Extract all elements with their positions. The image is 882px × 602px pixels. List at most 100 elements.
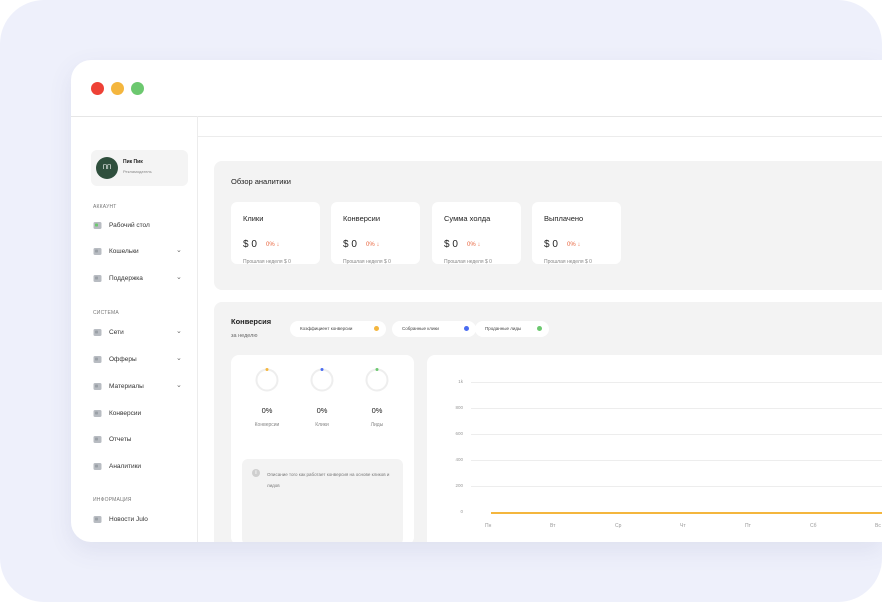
legend-label: Собранные клики xyxy=(402,326,439,331)
ring-label: Клики xyxy=(315,422,329,428)
stat-card-previous: Прошлая неделя $ 0 xyxy=(444,259,492,265)
sidebar-item-6[interactable]: Конверсии xyxy=(93,408,183,420)
grid-line xyxy=(471,486,882,487)
stat-card-change: 0% ↓ xyxy=(366,242,380,248)
support-icon xyxy=(93,274,102,283)
sidebar-item-4[interactable]: Офферы ⌄ xyxy=(93,354,183,366)
x-tick-label: Вт xyxy=(550,523,556,529)
sidebar-item-label: Кошельки xyxy=(109,248,139,255)
conversion-title: Конверсия xyxy=(231,317,272,326)
x-tick-label: Пн xyxy=(485,523,492,529)
chevron-down-icon[interactable]: ⌄ xyxy=(176,246,182,254)
reports-icon xyxy=(93,435,102,444)
conversion-chart: 1k 800 600 400 200 0 Пн Вт Ср Чт Пт Сб Вс xyxy=(427,355,882,542)
stat-card: Выплачено $ 0 0% ↓ Прошлая неделя $ 0 xyxy=(532,202,621,265)
y-tick-label: 600 xyxy=(455,431,463,436)
stat-card: Клики $ 0 0% ↓ Прошлая неделя $ 0 xyxy=(231,202,320,265)
legend-dot xyxy=(374,326,379,331)
sidebar-item-8[interactable]: Аналитики xyxy=(93,461,183,473)
header-divider xyxy=(198,136,882,137)
grid-line xyxy=(471,460,882,461)
grid-line xyxy=(471,434,882,435)
info-icon: i xyxy=(252,469,260,477)
stat-card-title: Сумма холда xyxy=(444,214,491,223)
chevron-down-icon[interactable]: ⌄ xyxy=(176,354,182,362)
network-icon xyxy=(93,328,102,337)
ring-value: 0% xyxy=(261,406,273,415)
stat-card: Сумма холда $ 0 0% ↓ Прошлая неделя $ 0 xyxy=(432,202,521,265)
sidebar-item-3[interactable]: Сети ⌄ xyxy=(93,327,183,339)
conversion-rings-card: i Описание того как работает конверсия н… xyxy=(231,355,414,542)
stat-card-title: Выплачено xyxy=(544,214,584,223)
x-tick-label: Вс xyxy=(875,523,881,529)
stat-card-title: Конверсии xyxy=(343,214,381,223)
legend-label: Коэффициент конверсии xyxy=(300,326,353,331)
stat-card-change: 0% ↓ xyxy=(467,242,481,248)
legend-pill[interactable]: Проданные лиды xyxy=(475,321,549,337)
conversions-icon xyxy=(93,409,102,418)
sidebar-item-1[interactable]: Кошельки ⌄ xyxy=(93,246,183,258)
x-tick-label: Сб xyxy=(810,523,817,529)
section-info: ИНФОРМАЦИЯ xyxy=(93,497,132,503)
user-role: Рекламодатель xyxy=(123,169,152,174)
sidebar-item-5[interactable]: Материалы ⌄ xyxy=(93,381,183,393)
overview-title: Обзор аналитики xyxy=(231,177,291,186)
sidebar-item-label: Отчеты xyxy=(109,436,132,443)
title-bar xyxy=(71,60,882,117)
minimize-window-button[interactable] xyxy=(111,82,124,95)
info-text: Описание того как работает конверсия на … xyxy=(267,472,390,488)
stat-card: Конверсии $ 0 0% ↓ Прошлая неделя $ 0 xyxy=(331,202,420,265)
conversion-panel: Конверсия за неделю i Описание того как … xyxy=(214,302,882,542)
y-tick-label: 400 xyxy=(455,457,463,462)
sidebar-item-0[interactable]: Рабочий стол xyxy=(93,220,183,232)
x-tick-label: Ср xyxy=(615,523,622,529)
ring-label: Лиды xyxy=(370,422,384,428)
grid-line xyxy=(471,382,882,383)
sidebar: ПП Пик Пик Рекламодатель АККАУНТ СИСТЕМА… xyxy=(71,116,198,542)
legend-label: Проданные лиды xyxy=(485,326,522,331)
stat-card-value: $ 0 xyxy=(243,239,257,250)
chevron-down-icon[interactable]: ⌄ xyxy=(176,273,182,281)
sidebar-item-2[interactable]: Поддержка ⌄ xyxy=(93,273,183,285)
sidebar-item-label: Рабочий стол xyxy=(109,222,150,229)
y-tick-label: 800 xyxy=(455,405,463,410)
sidebar-item-label: Материалы xyxy=(109,383,144,390)
stat-card-value: $ 0 xyxy=(343,239,357,250)
sidebar-item-7[interactable]: Отчеты xyxy=(93,434,183,446)
ring-value: 0% xyxy=(371,406,383,415)
chevron-down-icon[interactable]: ⌄ xyxy=(176,327,182,335)
wallet-icon xyxy=(93,247,102,256)
news-icon xyxy=(93,515,102,524)
user-card[interactable]: ПП Пик Пик Рекламодатель xyxy=(91,150,188,186)
app-window: ПП Пик Пик Рекламодатель АККАУНТ СИСТЕМА… xyxy=(71,60,882,542)
maximize-window-button[interactable] xyxy=(131,82,144,95)
ring-value: 0% xyxy=(316,406,328,415)
legend-pill[interactable]: Коэффициент конверсии xyxy=(290,321,386,337)
analytics-overview-panel: Обзор аналитики Клики $ 0 0% ↓ Прошлая неде… xyxy=(214,161,882,290)
x-tick-label: Пт xyxy=(745,523,751,529)
stat-card-value: $ 0 xyxy=(544,239,558,250)
series-line xyxy=(491,512,882,514)
stat-card-previous: Прошлая неделя $ 0 xyxy=(343,259,391,265)
stat-card-change: 0% ↓ xyxy=(567,242,581,248)
materials-icon xyxy=(93,382,102,391)
sidebar-item-label: Поддержка xyxy=(109,275,143,282)
avatar: ПП xyxy=(96,157,118,179)
progress-ring xyxy=(255,368,279,392)
sidebar-item-label: Новости Julo xyxy=(109,516,148,523)
analytics-icon xyxy=(93,462,102,471)
conversion-subtitle: за неделю xyxy=(231,333,258,339)
legend-pill[interactable]: Собранные клики xyxy=(392,321,476,337)
user-name: Пик Пик xyxy=(123,159,143,165)
x-tick-label: Чт xyxy=(680,523,686,529)
progress-ring xyxy=(365,368,389,392)
info-box: i Описание того как работает конверсия н… xyxy=(242,459,403,542)
chevron-down-icon[interactable]: ⌄ xyxy=(176,381,182,389)
stat-card-change: 0% ↓ xyxy=(266,242,280,248)
section-system: СИСТЕМА xyxy=(93,310,119,316)
stat-card-title: Клики xyxy=(243,214,264,223)
y-tick-label: 0 xyxy=(460,509,463,514)
close-window-button[interactable] xyxy=(91,82,104,95)
offers-icon xyxy=(93,355,102,364)
sidebar-item-9[interactable]: Новости Julo xyxy=(93,514,183,526)
